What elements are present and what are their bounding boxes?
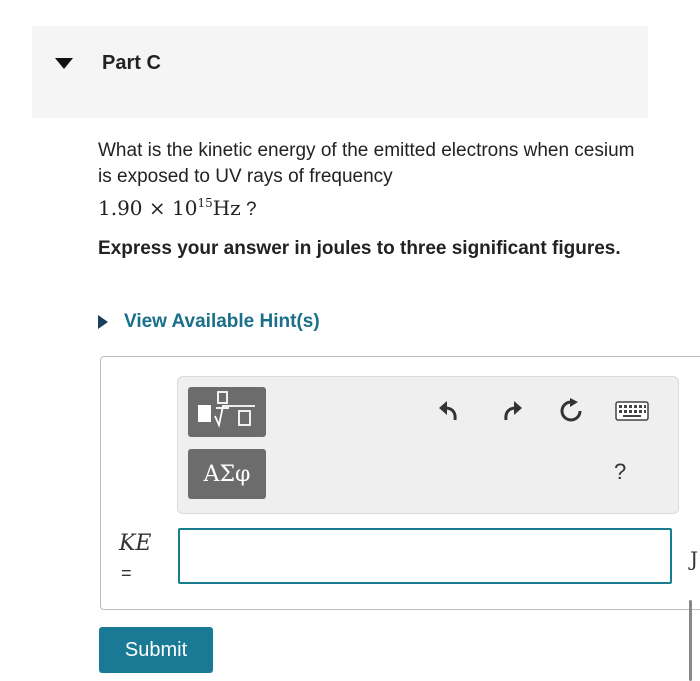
answer-panel: ΑΣφ ? KE = J [100, 356, 700, 610]
keyboard-icon [615, 400, 649, 426]
greek-symbols-button[interactable]: ΑΣφ [188, 449, 266, 499]
expand-triangle-icon [98, 315, 108, 329]
redo-button[interactable] [496, 397, 528, 429]
scrollbar[interactable] [689, 600, 692, 681]
reset-icon [558, 397, 584, 429]
view-hints-label: View Available Hint(s) [124, 311, 320, 332]
frequency-value: 1.90 × 1015Hz [98, 196, 241, 220]
variable-label: KE [119, 531, 152, 556]
collapse-triangle-icon[interactable] [54, 56, 74, 70]
submit-button[interactable]: Submit [99, 627, 213, 673]
answer-input[interactable] [178, 528, 672, 584]
part-header: Part C [32, 26, 648, 118]
templates-button[interactable] [188, 387, 266, 437]
part-title: Part C [102, 52, 161, 74]
frequency-exponent: 15 [197, 196, 213, 210]
redo-icon [500, 400, 524, 427]
greek-symbols-label: ΑΣφ [203, 461, 251, 487]
equals-sign: = [121, 563, 132, 583]
unit-label: J [690, 547, 699, 571]
question-text: What is the kinetic energy of the emitte… [98, 138, 643, 223]
frequency-mantissa: 1.90 × 10 [98, 196, 198, 220]
help-button[interactable]: ? [614, 459, 626, 485]
question-mark: ? [240, 199, 257, 220]
frequency-unit: Hz [212, 196, 241, 220]
undo-icon [437, 400, 461, 427]
keyboard-button[interactable] [614, 397, 650, 429]
fraction-root-template-icon [196, 390, 258, 435]
math-toolbar: ΑΣφ ? [177, 376, 679, 514]
view-hints-link[interactable]: View Available Hint(s) [98, 311, 320, 333]
reset-button[interactable] [555, 397, 587, 429]
undo-button[interactable] [433, 397, 465, 429]
answer-instruction: Express your answer in joules to three s… [98, 238, 621, 259]
question-body: What is the kinetic energy of the emitte… [98, 140, 635, 187]
